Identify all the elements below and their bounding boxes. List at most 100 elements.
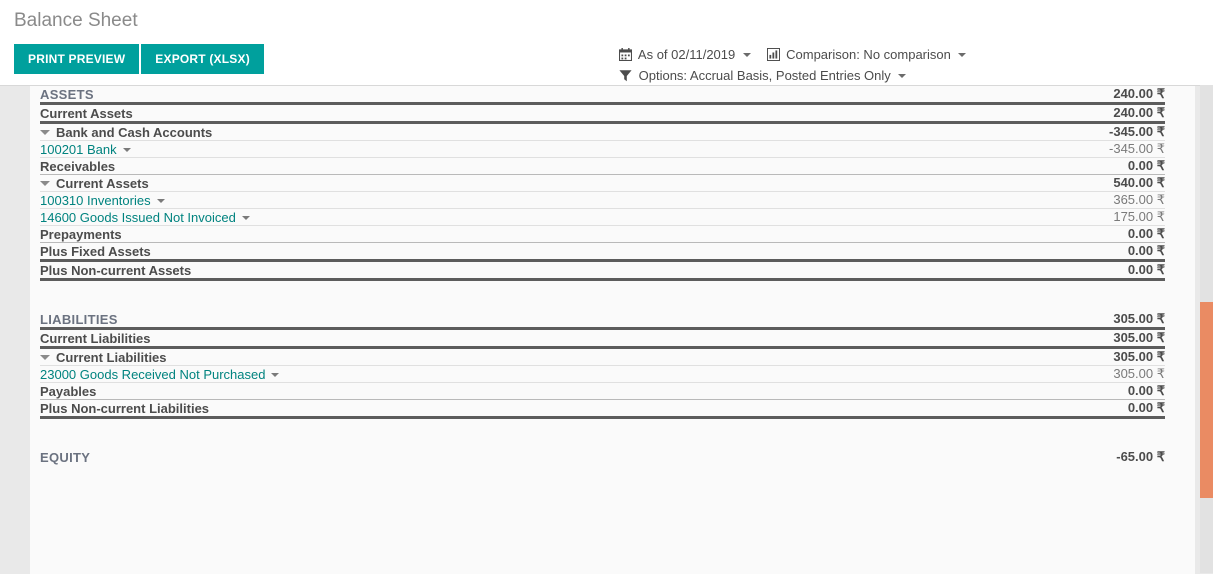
row-label: Bank and Cash Accounts xyxy=(56,124,213,140)
row-label-cell: Plus Non-current Assets xyxy=(40,260,1015,281)
report-sheet: ASSETS 240.00 ₹ Current Assets 240.00 ₹ Bank… xyxy=(30,86,1195,574)
row-label: Receivables xyxy=(40,158,116,174)
account-link[interactable]: 23000 Goods Received Not Purchased xyxy=(40,367,265,382)
row-value: 305.00 ₹ xyxy=(1015,347,1165,366)
row-value: 0.00 ₹ xyxy=(1015,157,1165,175)
balance-sheet-table: ASSETS 240.00 ₹ Current Assets 240.00 ₹ Bank… xyxy=(40,86,1165,465)
row-label-cell: Receivables xyxy=(40,157,1015,175)
row-label: Prepayments xyxy=(40,226,122,242)
chevron-down-icon[interactable] xyxy=(156,198,165,203)
chevron-down-icon xyxy=(742,53,751,57)
row-value: 0.00 ₹ xyxy=(1015,242,1165,262)
account-link[interactable]: 100201 Bank xyxy=(40,142,117,157)
row-value: 175.00 ₹ xyxy=(1015,208,1165,226)
row-label-cell: Current Liabilities xyxy=(40,328,1015,349)
row-value: 540.00 ₹ xyxy=(1015,174,1165,192)
account-link[interactable]: 14600 Goods Issued Not Invoiced xyxy=(40,210,236,225)
chevron-down-icon[interactable] xyxy=(241,215,250,220)
action-button-group: PRINT PREVIEW EXPORT (XLSX) xyxy=(14,44,264,74)
table-row: Plus Fixed Assets 0.00 ₹ xyxy=(40,242,1165,262)
table-row: Prepayments 0.00 ₹ xyxy=(40,225,1165,243)
row-value: 305.00 ₹ xyxy=(1015,328,1165,349)
filter-line-1: As of 02/11/2019 Comparison: No comparis… xyxy=(618,44,978,65)
table-row: 100310 Inventories 365.00 ₹ xyxy=(40,191,1165,209)
comparison-filter[interactable]: Comparison: No comparison xyxy=(766,44,967,65)
balance-sheet-rows: ASSETS 240.00 ₹ Current Assets 240.00 ₹ Bank… xyxy=(40,86,1165,465)
row-label: LIABILITIES xyxy=(40,311,118,327)
table-row: Payables 0.00 ₹ xyxy=(40,382,1165,400)
table-row: Plus Non-current Assets 0.00 ₹ xyxy=(40,260,1165,281)
row-value: 365.00 ₹ xyxy=(1015,191,1165,209)
row-label-cell: Plus Fixed Assets xyxy=(40,242,1015,262)
row-value: -65.00 ₹ xyxy=(1116,449,1165,464)
date-filter[interactable]: As of 02/11/2019 xyxy=(618,44,751,65)
row-label: EQUITY xyxy=(40,449,91,465)
table-row: 14600 Goods Issued Not Invoiced 175.00 ₹ xyxy=(40,208,1165,226)
page-title: Balance Sheet xyxy=(14,10,138,31)
spacer-cell xyxy=(40,280,1015,312)
table-row-spacer xyxy=(40,280,1165,312)
table-row: EQUITY -65.00 ₹ xyxy=(40,449,1165,465)
row-value: -345.00 ₹ xyxy=(1015,122,1165,141)
table-row: Current Liabilities 305.00 ₹ xyxy=(40,347,1165,366)
spacer-cell xyxy=(40,418,1015,450)
row-label: Current Assets xyxy=(56,175,149,191)
row-label: Current Assets xyxy=(40,105,133,121)
row-label: Plus Non-current Liabilities xyxy=(40,400,210,416)
table-row: Current Liabilities 305.00 ₹ xyxy=(40,328,1165,349)
row-label: Current Liabilities xyxy=(40,330,151,346)
table-row: Bank and Cash Accounts -345.00 ₹ xyxy=(40,122,1165,141)
row-label-cell: Prepayments xyxy=(40,225,1015,243)
row-label-cell: Current Liabilities xyxy=(40,347,1015,366)
options-filter-label: Options: Accrual Basis, Posted Entries O… xyxy=(638,68,891,83)
row-label-cell: Bank and Cash Accounts xyxy=(40,122,1015,141)
row-label-cell: Current Assets xyxy=(40,174,1015,192)
vertical-scrollbar-thumb[interactable] xyxy=(1200,302,1213,498)
table-row: Receivables 0.00 ₹ xyxy=(40,157,1165,175)
date-filter-label: As of 02/11/2019 xyxy=(637,47,736,62)
calendar-icon xyxy=(618,46,633,62)
row-value: 0.00 ₹ xyxy=(1015,382,1165,400)
row-label-cell: 100201 Bank xyxy=(40,140,1015,158)
row-value: 0.00 ₹ xyxy=(1015,260,1165,281)
chevron-down-icon[interactable] xyxy=(122,147,131,152)
row-label-cell: ASSETS xyxy=(40,86,1015,105)
spacer-cell xyxy=(1015,418,1165,450)
caret-down-icon[interactable] xyxy=(40,129,50,135)
spacer-cell xyxy=(1015,280,1165,312)
table-row: 100201 Bank -345.00 ₹ xyxy=(40,140,1165,158)
row-label-cell: 100310 Inventories xyxy=(40,191,1015,209)
table-row: Current Assets 540.00 ₹ xyxy=(40,174,1165,192)
table-row: Current Assets 240.00 ₹ xyxy=(40,103,1165,124)
row-label-cell: EQUITY xyxy=(40,449,1015,465)
account-link[interactable]: 100310 Inventories xyxy=(40,193,151,208)
table-row: LIABILITIES 305.00 ₹ xyxy=(40,311,1165,330)
report-scroll-area: ASSETS 240.00 ₹ Current Assets 240.00 ₹ Bank… xyxy=(0,85,1213,574)
chevron-down-icon xyxy=(898,74,907,78)
row-label: Payables xyxy=(40,383,97,399)
row-value: 240.00 ₹ xyxy=(1015,86,1165,105)
bar-chart-icon xyxy=(766,46,780,62)
export-xlsx-button[interactable]: EXPORT (XLSX) xyxy=(141,44,264,74)
caret-down-icon[interactable] xyxy=(40,354,50,360)
row-value: 0.00 ₹ xyxy=(1015,225,1165,243)
row-value: 0.00 ₹ xyxy=(1015,399,1165,419)
table-row-spacer xyxy=(40,418,1165,450)
row-label: ASSETS xyxy=(40,86,94,102)
options-filter[interactable]: Options: Accrual Basis, Posted Entries O… xyxy=(619,65,907,86)
row-label: Plus Fixed Assets xyxy=(40,243,151,259)
row-label-cell: Plus Non-current Liabilities xyxy=(40,399,1015,419)
row-value: 240.00 ₹ xyxy=(1015,103,1165,124)
row-label-cell: LIABILITIES xyxy=(40,311,1015,330)
filter-icon xyxy=(619,67,632,82)
row-label: Plus Non-current Assets xyxy=(40,262,192,278)
chevron-down-icon xyxy=(958,53,967,57)
vertical-scrollbar-track[interactable] xyxy=(1200,85,1213,573)
caret-down-icon[interactable] xyxy=(40,180,50,186)
print-preview-button[interactable]: PRINT PREVIEW xyxy=(14,44,140,74)
row-value: 305.00 ₹ xyxy=(1015,311,1165,330)
chevron-down-icon[interactable] xyxy=(271,372,280,377)
row-label-cell: Current Assets xyxy=(40,103,1015,124)
row-label-cell: Payables xyxy=(40,382,1015,400)
row-value: 305.00 ₹ xyxy=(1015,365,1165,383)
